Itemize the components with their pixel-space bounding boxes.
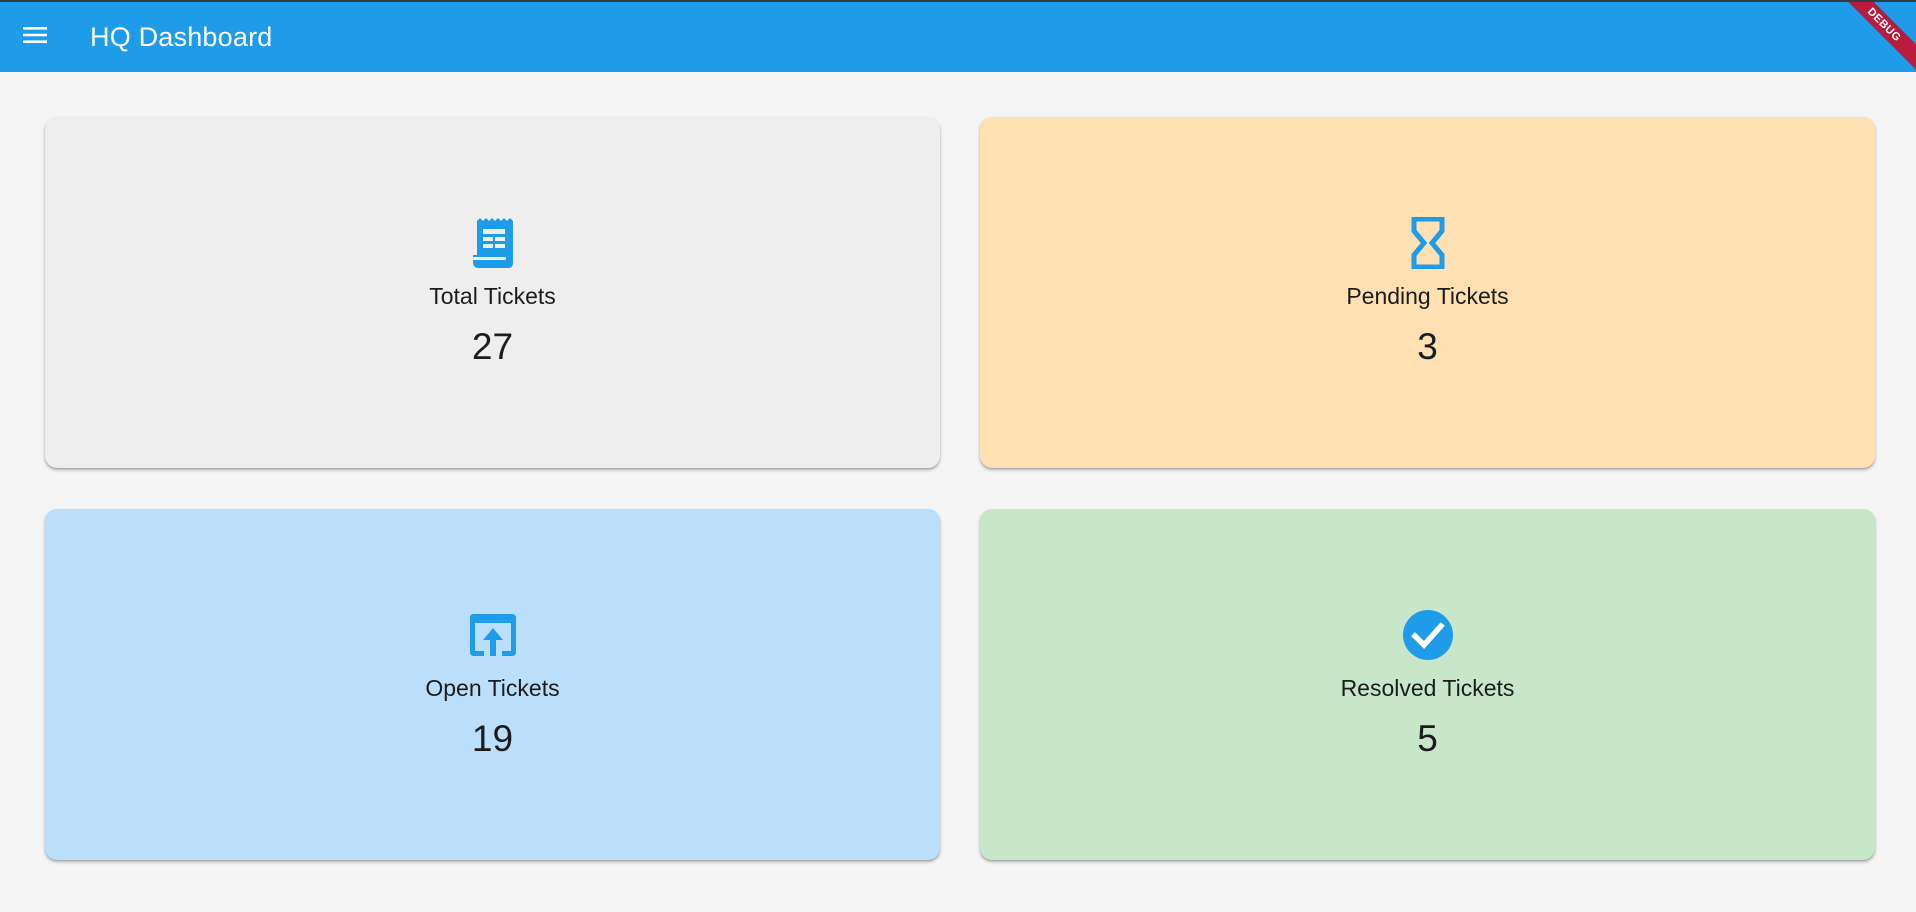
resolved-tickets-card[interactable]: Resolved Tickets 5 xyxy=(980,509,1875,860)
resolved-tickets-count: 5 xyxy=(1417,718,1438,759)
total-tickets-label: Total Tickets xyxy=(429,283,556,309)
open-tickets-card[interactable]: Open Tickets 19 xyxy=(45,509,940,860)
open-in-browser-icon xyxy=(467,609,519,661)
total-tickets-count: 27 xyxy=(471,326,514,367)
menu-button[interactable] xyxy=(0,2,70,72)
open-tickets-count: 19 xyxy=(471,718,514,759)
check-circle-icon xyxy=(1402,609,1454,661)
open-tickets-label: Open Tickets xyxy=(425,675,560,701)
pending-tickets-label: Pending Tickets xyxy=(1346,283,1509,309)
menu-icon xyxy=(22,25,48,50)
resolved-tickets-label: Resolved Tickets xyxy=(1340,675,1515,701)
debug-banner: DEBUG xyxy=(1835,2,1916,72)
receipt-icon xyxy=(467,217,519,269)
app-bar: HQ Dashboard DEBUG xyxy=(0,0,1916,72)
hourglass-icon xyxy=(1402,217,1454,269)
total-tickets-card[interactable]: Total Tickets 27 xyxy=(45,117,940,468)
page-title: HQ Dashboard xyxy=(90,21,273,52)
pending-tickets-card[interactable]: Pending Tickets 3 xyxy=(980,117,1875,468)
pending-tickets-count: 3 xyxy=(1417,326,1438,367)
